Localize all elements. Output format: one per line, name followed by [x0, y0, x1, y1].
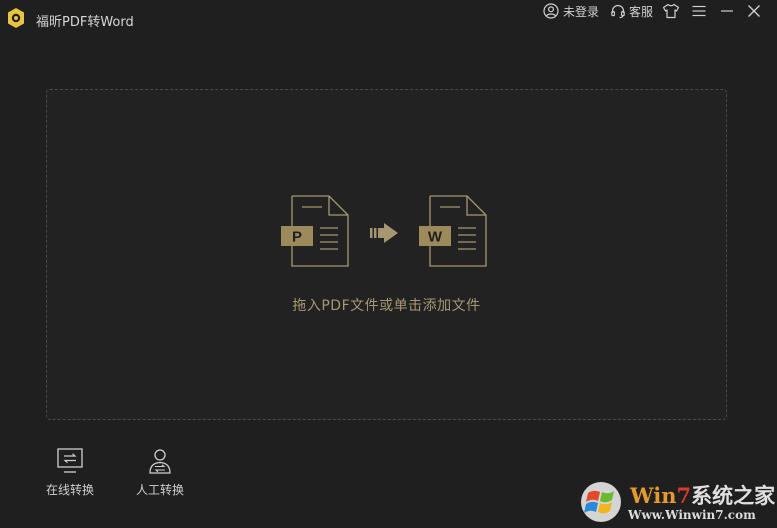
convert-arrow-icon	[370, 223, 398, 243]
windows-logo-icon	[581, 482, 621, 522]
close-icon	[748, 5, 760, 17]
main-menu-button[interactable]	[691, 0, 707, 22]
menu-icon	[692, 5, 706, 17]
drop-hint-text: 拖入PDF文件或单击添加文件	[292, 298, 481, 314]
minimize-icon	[721, 10, 733, 12]
watermark: Win7系统之家 Www.Winwin7.com	[578, 478, 775, 526]
headset-icon	[611, 4, 625, 19]
file-drop-zone[interactable]: P W 拖入PDF文件或单击添加文件	[46, 89, 727, 420]
watermark-brand-rest: 系统之家	[691, 483, 776, 508]
manual-convert-icon	[149, 449, 171, 474]
manual-convert-button[interactable]: 人工转换	[130, 447, 190, 498]
pdf-to-word-illustration: P W	[281, 195, 487, 267]
close-button[interactable]	[746, 0, 762, 22]
online-convert-label: 在线转换	[45, 483, 94, 497]
watermark-brand-w: W	[630, 483, 654, 508]
watermark-url: Www.Winwin7.com	[628, 508, 756, 522]
watermark-brand: Win7系统之家	[630, 480, 775, 510]
user-icon	[543, 3, 559, 19]
customer-service-button[interactable]: 客服	[610, 0, 653, 22]
pdf-badge-letter: P	[292, 229, 302, 246]
minimize-button[interactable]	[719, 0, 735, 22]
customer-service-label: 客服	[629, 4, 654, 19]
title-bar: 福昕PDF转Word 未登录 客服	[0, 0, 777, 38]
manual-convert-label: 人工转换	[135, 483, 184, 497]
login-button[interactable]: 未登录	[543, 0, 599, 22]
app-logo-icon	[8, 8, 24, 28]
shirt-icon	[662, 3, 680, 19]
app-title: 福昕PDF转Word	[36, 15, 134, 30]
word-badge-letter: W	[428, 229, 443, 246]
watermark-brand-in: in	[653, 483, 677, 508]
watermark-brand-7: 7	[676, 483, 692, 508]
online-convert-icon	[57, 448, 83, 473]
online-convert-button[interactable]: 在线转换	[40, 447, 100, 498]
login-label: 未登录	[563, 4, 600, 19]
skin-button[interactable]	[662, 0, 680, 22]
